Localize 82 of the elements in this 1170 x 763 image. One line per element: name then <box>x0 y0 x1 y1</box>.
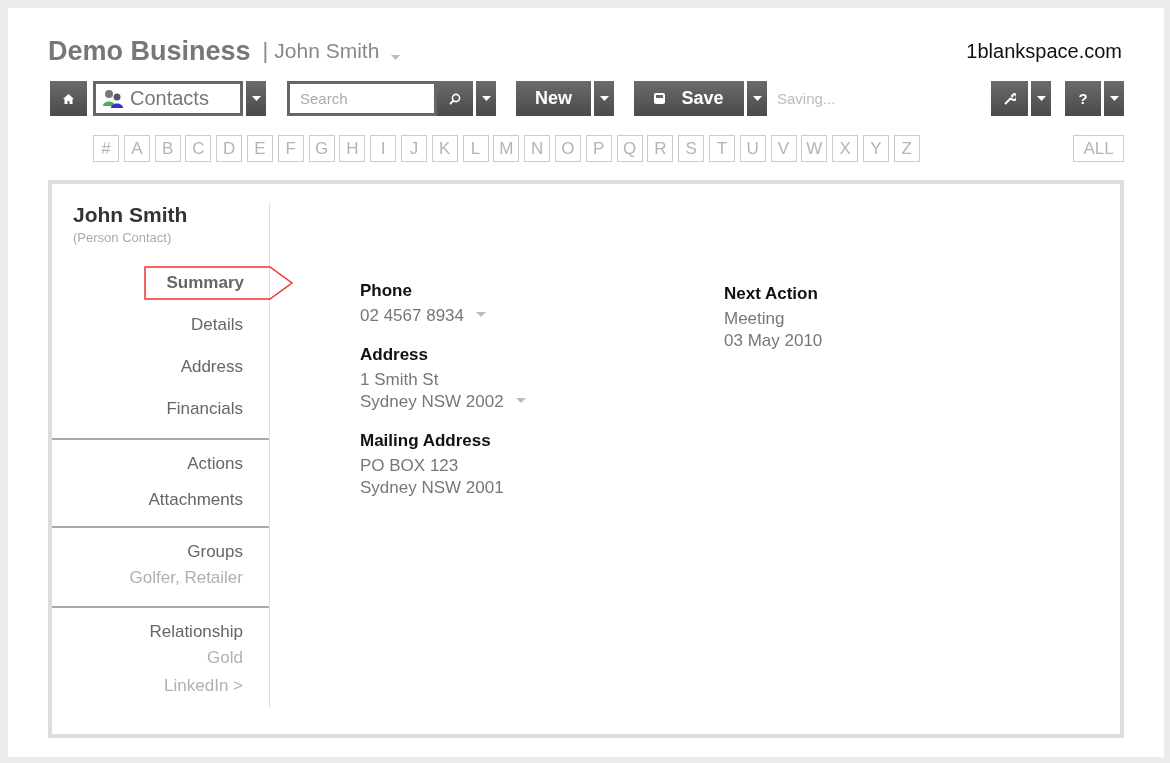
sidebar-item[interactable]: Actions <box>187 450 269 477</box>
letter-filter[interactable]: G <box>308 135 335 162</box>
dropdown-button[interactable] <box>476 81 496 116</box>
sidebar-item[interactable]: Address <box>180 350 269 384</box>
home-button[interactable] <box>50 81 87 116</box>
sidebar-value: LinkedIn > <box>164 675 243 697</box>
search-icon <box>449 92 461 105</box>
sidebar-item[interactable]: Relationship <box>149 618 269 645</box>
dropdown-button[interactable] <box>747 81 767 116</box>
letter-filter[interactable]: O <box>554 135 581 162</box>
letter-filter[interactable]: T <box>708 135 735 162</box>
caret-icon <box>1036 96 1046 101</box>
search-button[interactable] <box>437 81 473 116</box>
module-select[interactable]: Contacts <box>93 81 243 116</box>
field-label: Address <box>360 345 430 365</box>
letter-filter[interactable]: H <box>339 135 366 162</box>
letter-filter[interactable]: U <box>739 135 766 162</box>
field-value: 02 4567 8934 <box>360 305 464 327</box>
letter-filter[interactable]: Z <box>893 135 920 162</box>
sidebar-item[interactable]: Details <box>191 308 269 342</box>
letter-filter[interactable]: X <box>832 135 859 162</box>
field-value: 1 Smith St <box>360 369 440 391</box>
letter-filter[interactable]: W <box>801 135 828 162</box>
save-button[interactable]: Save <box>634 81 744 116</box>
new-button[interactable]: New <box>516 81 591 116</box>
letter-filter[interactable]: P <box>585 135 612 162</box>
people-icon <box>102 88 124 109</box>
dropdown-button[interactable] <box>1031 81 1051 116</box>
field-value: Sydney NSW 2002 <box>360 391 504 413</box>
letter-filter[interactable]: R <box>647 135 674 162</box>
field-label: Next Action <box>724 284 819 304</box>
caret-icon <box>1109 96 1119 101</box>
business-title: Demo Business <box>48 35 251 67</box>
save-status: Saving... <box>777 90 836 107</box>
sidebar-item[interactable]: Groups <box>187 538 269 565</box>
title-separator: | <box>262 38 269 64</box>
floppy-icon <box>654 93 666 104</box>
letter-filter[interactable]: I <box>370 135 397 162</box>
wrench-icon <box>1003 92 1016 105</box>
letter-filter[interactable]: M <box>493 135 520 162</box>
contact-name[interactable]: John Smith <box>274 39 380 63</box>
letter-filter[interactable]: B <box>154 135 181 162</box>
home-icon <box>63 93 74 104</box>
sidebar-value: Gold <box>207 647 243 669</box>
letter-filter[interactable]: E <box>247 135 273 162</box>
letter-filter[interactable]: # <box>93 135 119 162</box>
search-field[interactable]: Search <box>287 81 437 116</box>
letter-filter[interactable]: N <box>524 135 551 162</box>
caret-icon <box>251 96 261 101</box>
field-label: Phone <box>360 281 413 301</box>
dropdown-button[interactable] <box>246 81 266 116</box>
letter-filter[interactable]: V <box>770 135 797 162</box>
letter-filter[interactable]: A <box>123 135 150 162</box>
sidebar-item[interactable]: Financials <box>166 392 269 426</box>
contact-type: (Person Contact) <box>73 230 172 245</box>
caret-icon <box>481 96 491 101</box>
letter-filter[interactable]: F <box>277 135 304 162</box>
field-value: PO BOX 123 <box>360 455 460 477</box>
caret-icon <box>599 96 609 101</box>
field-value: Sydney NSW 2001 <box>360 477 504 499</box>
field-value: 03 May 2010 <box>724 330 823 352</box>
letter-filter[interactable]: C <box>185 135 212 162</box>
sidebar-value: Golfer, Retailer <box>129 567 243 589</box>
dropdown-button[interactable] <box>1104 81 1124 116</box>
letter-filter[interactable]: Q <box>616 135 643 162</box>
dropdown-button[interactable] <box>594 81 614 116</box>
field-label: Mailing Address <box>360 431 492 451</box>
site-name: 1blankspace.com <box>966 39 1122 63</box>
letter-filter[interactable]: K <box>431 135 458 162</box>
letter-filter[interactable]: Y <box>862 135 889 162</box>
letter-filter[interactable]: S <box>678 135 705 162</box>
letter-filter[interactable]: J <box>400 135 427 162</box>
contact-heading: John Smith <box>73 203 188 227</box>
sidebar-item[interactable]: Attachments <box>148 486 269 513</box>
field-value: Meeting <box>724 308 786 330</box>
letter-filter[interactable]: D <box>216 135 243 162</box>
sidebar-item[interactable]: Summary <box>144 266 294 300</box>
all-filter[interactable]: ALL <box>1073 135 1124 162</box>
help-button[interactable]: ? <box>1065 81 1101 116</box>
caret-icon <box>752 96 762 101</box>
letter-filter[interactable]: L <box>462 135 489 162</box>
settings-button[interactable] <box>991 81 1028 116</box>
